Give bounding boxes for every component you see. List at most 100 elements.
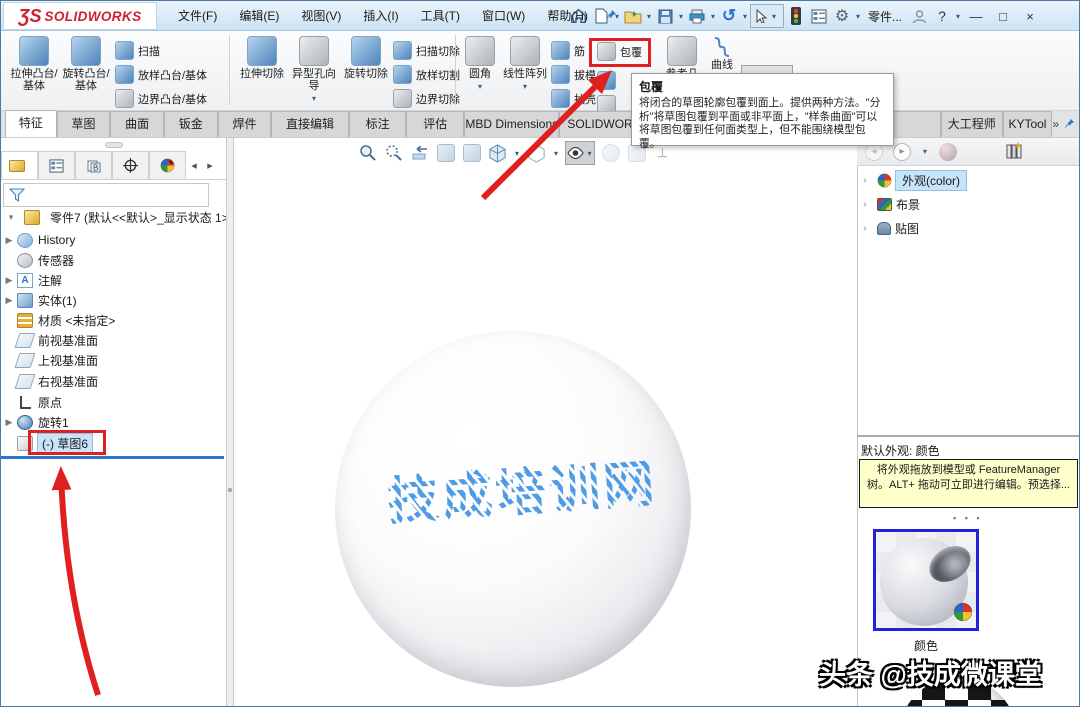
linear-pattern-dropdown[interactable]: ▾ <box>521 82 529 91</box>
rib-button[interactable]: 筋 <box>551 41 585 60</box>
lofted-boss-button[interactable]: 放样凸台/基体 <box>115 65 207 84</box>
tree-filter-box[interactable] <box>3 183 209 207</box>
help-dropdown[interactable]: ▾ <box>954 12 962 21</box>
tree-item-right-plane[interactable]: 右视基准面 <box>1 371 224 391</box>
select-tool-dropdown[interactable]: ▾ <box>770 12 778 21</box>
hide-show-dropdown[interactable]: ▾ <box>586 149 594 158</box>
document-name[interactable]: 零件... <box>863 8 907 25</box>
zoom-area-icon[interactable] <box>383 143 404 164</box>
rollback-bar[interactable] <box>1 456 224 459</box>
expander-icon[interactable]: ▾ <box>3 212 19 223</box>
undo-icon[interactable]: ↺ <box>718 4 740 28</box>
tab-sheet-metal[interactable]: 钣金 <box>163 111 218 137</box>
previous-view-icon[interactable] <box>409 143 430 164</box>
tab-featuremanager-tree[interactable] <box>1 151 38 179</box>
shell-button[interactable]: 抽壳 <box>551 89 596 108</box>
taskpane-item-scenes[interactable]: › 布景 <box>857 193 1079 215</box>
tab-displaymanager[interactable] <box>149 151 186 179</box>
tab-overflow-chevron[interactable]: » <box>1052 117 1059 131</box>
boundary-boss-button[interactable]: 边界凸台/基体 <box>115 89 207 108</box>
fillet-dropdown[interactable]: ▾ <box>476 82 484 91</box>
tab-sketch[interactable]: 草图 <box>56 111 111 137</box>
new-document-dropdown[interactable]: ▾ <box>613 12 621 21</box>
menu-tools[interactable]: 工具(T) <box>410 1 471 31</box>
tree-item-origin[interactable]: 原点 <box>1 392 224 412</box>
taskpane-item-appearances[interactable]: › 外观(color) <box>857 169 1079 191</box>
tree-root-item[interactable]: ▾ 零件7 (默认<<默认>_显示状态 1>) <box>3 209 233 226</box>
tab-direct-editing[interactable]: 直接编辑 <box>271 111 349 137</box>
revolved-cut-button[interactable]: 旋转切除 <box>341 36 391 80</box>
forward-arrow-icon[interactable]: ▸ <box>893 142 911 161</box>
pane-resize-dots[interactable]: ▪ ▪ ▪ <box>953 513 983 523</box>
splitter-handle[interactable] <box>228 488 232 492</box>
panel-splitter[interactable] <box>226 138 234 706</box>
menu-edit[interactable]: 编辑(E) <box>228 1 290 31</box>
expander-icon[interactable]: › <box>857 199 873 210</box>
options-list-icon[interactable] <box>808 4 830 28</box>
tab-scroll-right[interactable]: ▸ <box>202 151 218 179</box>
hide-show-items-button[interactable]: ▾ <box>565 141 595 165</box>
hole-wizard-button[interactable]: 异型孔向导 ▾ <box>289 36 339 103</box>
menu-insert[interactable]: 插入(I) <box>352 1 409 31</box>
new-document-icon[interactable] <box>590 4 612 28</box>
tree-item-material[interactable]: 材质 <未指定> <box>1 310 224 330</box>
open-icon[interactable] <box>622 4 644 28</box>
menu-view[interactable]: 视图(V) <box>290 1 352 31</box>
intersect-button[interactable] <box>597 71 616 90</box>
tree-item-revolve1[interactable]: ▶ 旋转1 <box>1 412 224 432</box>
expander-icon[interactable]: › <box>857 223 873 234</box>
menu-file[interactable]: 文件(F) <box>167 1 228 31</box>
edit-appearance-icon[interactable] <box>600 143 621 164</box>
tab-kytool[interactable]: KYTool <box>1002 111 1053 137</box>
tree-item-sensors[interactable]: 传感器 <box>1 250 224 270</box>
fillet-button[interactable]: 圆角 ▾ <box>459 36 501 91</box>
user-account-icon[interactable] <box>908 4 930 28</box>
pane-dropdown[interactable]: ▾ <box>921 147 929 156</box>
annotation-views-icon[interactable] <box>461 143 482 164</box>
save-icon[interactable] <box>654 4 676 28</box>
tab-scroll-left[interactable]: ◂ <box>186 151 202 179</box>
tab-weldments[interactable]: 焊件 <box>217 111 272 137</box>
close-button[interactable]: × <box>1017 4 1043 28</box>
extruded-cut-button[interactable]: 拉伸切除 <box>237 36 287 80</box>
save-dropdown[interactable]: ▾ <box>677 12 685 21</box>
print-icon[interactable] <box>686 4 708 28</box>
tab-mbd-dimensions[interactable]: MBD Dimensions <box>464 111 560 137</box>
draft-button[interactable]: 拔模 <box>551 65 596 84</box>
home-icon[interactable] <box>567 4 589 28</box>
section-view-icon[interactable] <box>435 143 456 164</box>
open-dropdown[interactable]: ▾ <box>645 12 653 21</box>
tab-dimxpertmanager[interactable] <box>112 151 149 179</box>
tab-configurationmanager[interactable]: B <box>75 151 112 179</box>
boundary-cut-button[interactable]: 边界切除 <box>393 89 460 108</box>
pane-divider[interactable] <box>857 435 1079 437</box>
lofted-cut-button[interactable]: 放样切割 <box>393 65 460 84</box>
select-tool-button[interactable]: ▾ <box>750 4 784 28</box>
expander-icon[interactable]: › <box>857 175 873 186</box>
maximize-button[interactable]: □ <box>990 4 1016 28</box>
taskpane-item-decals[interactable]: › 贴图 <box>857 217 1079 239</box>
hole-wizard-dropdown[interactable]: ▾ <box>310 94 318 103</box>
tree-item-history[interactable]: ▶ History <box>1 230 224 250</box>
swept-boss-button[interactable]: 扫描 <box>115 41 160 60</box>
tab-markup[interactable]: 标注 <box>348 111 407 137</box>
print-dropdown[interactable]: ▾ <box>709 12 717 21</box>
expander-icon[interactable]: ▶ <box>1 235 17 246</box>
settings-dropdown[interactable]: ▾ <box>854 12 862 21</box>
tab-surfaces[interactable]: 曲面 <box>110 111 164 137</box>
rebuild-traffic-light-icon[interactable] <box>785 4 807 28</box>
appearance-ball-icon[interactable] <box>939 142 957 161</box>
tab-features[interactable]: 特征 <box>5 110 57 137</box>
tab-propertymanager[interactable] <box>38 151 75 179</box>
expander-icon[interactable]: ▶ <box>1 275 17 286</box>
minimize-button[interactable]: — <box>963 4 989 28</box>
curves-button[interactable]: 曲线 <box>705 36 739 71</box>
undo-dropdown[interactable]: ▾ <box>741 12 749 21</box>
tab-evaluate[interactable]: 评估 <box>406 111 465 137</box>
library-books-icon[interactable] <box>1005 141 1023 162</box>
panel-collapse-handle[interactable] <box>105 142 123 148</box>
tab-pin-icon[interactable] <box>1063 118 1075 130</box>
tree-item-solid-bodies[interactable]: ▶ 实体(1) <box>1 290 224 310</box>
revolved-boss-button[interactable]: 旋转凸台/基体 <box>61 36 111 92</box>
menu-window[interactable]: 窗口(W) <box>471 1 536 31</box>
